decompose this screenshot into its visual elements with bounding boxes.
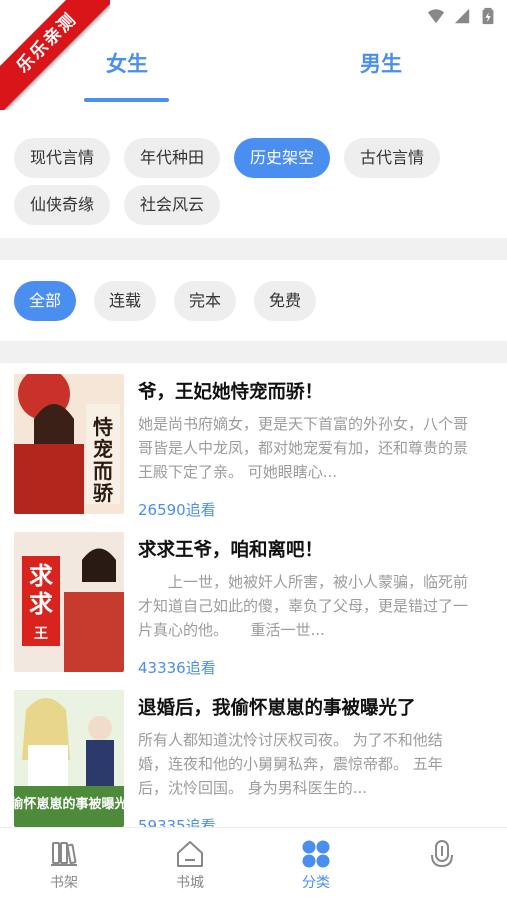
category-chip-active[interactable]: 历史架空 (234, 138, 330, 178)
battery-icon (482, 7, 494, 25)
book-cover[interactable]: 恃 宠 而 骄 (14, 374, 124, 514)
category-chip[interactable]: 仙侠奇缘 (14, 185, 110, 225)
cover-title-2: 求 (29, 589, 53, 618)
section-divider (0, 238, 507, 260)
book-title[interactable]: 求求王爷，咱和离吧！ (138, 536, 323, 562)
book-title[interactable]: 退婚后，我偷怀崽崽的事被曝光了 (138, 694, 416, 720)
filter-chip-active[interactable]: 全部 (14, 281, 76, 321)
signal-icon (454, 8, 470, 24)
section-divider (0, 341, 507, 363)
book-item[interactable]: 恃 宠 而 骄 爷，王妃她恃宠而骄！ 她是尚书府嫡女，更是天下首富的外孙女，八个… (0, 374, 507, 524)
nav-bookstore[interactable]: 书城 (150, 838, 230, 892)
wifi-icon (427, 9, 445, 24)
category-chip[interactable]: 年代种田 (124, 138, 220, 178)
cover-title-3: 而 (93, 459, 113, 483)
filter-chip[interactable]: 免费 (254, 281, 316, 321)
nav-label-category: 分类 (302, 875, 330, 891)
cover-image: 恃 宠 而 骄 (14, 374, 124, 514)
filter-chip[interactable]: 完本 (174, 281, 236, 321)
ribbon-label: 乐乐亲测 (0, 0, 110, 110)
cover-title-1: 求 (29, 561, 53, 590)
book-cover[interactable]: 我偷怀崽崽的事被曝光了 (14, 690, 124, 827)
tab-female[interactable]: 女生 (106, 48, 148, 78)
category-grid-icon (302, 840, 330, 868)
cover-title-3: 王 (34, 626, 48, 642)
bottom-nav: 书架 书城 分类 (0, 827, 507, 903)
book-description: 上一世，她被奸人所害，被小人蒙骗，临死前才知道自己如此的傻，辜负了父母，更是错过… (138, 573, 468, 639)
tab-male[interactable]: 男生 (360, 48, 402, 78)
home-icon (177, 841, 203, 867)
nav-bookshelf[interactable]: 书架 (24, 838, 104, 892)
book-description: 她是尚书府嫡女，更是天下首富的外孙女，八个哥哥皆是人中龙凤，都对她宠爱有加，还和… (138, 415, 468, 481)
microphone-icon (431, 840, 453, 868)
category-chip[interactable]: 古代言情 (344, 138, 440, 178)
category-chip[interactable]: 现代言情 (14, 138, 110, 178)
nav-category[interactable]: 分类 (276, 838, 356, 892)
book-follow-count: 26590追看 (138, 501, 216, 519)
cover-title: 我偷怀崽崽的事被曝光了 (14, 796, 124, 812)
cover-title-2: 宠 (93, 437, 113, 461)
filter-chip[interactable]: 连载 (94, 281, 156, 321)
book-title[interactable]: 爷，王妃她恃宠而骄！ (138, 378, 323, 404)
book-item[interactable]: 求 求 王 求求王爷，咱和离吧！ 上一世，她被奸人所害，被小人蒙骗，临死前才知道… (0, 532, 507, 682)
book-item[interactable]: 我偷怀崽崽的事被曝光了 退婚后，我偷怀崽崽的事被曝光了 所有人都知道沈怜讨厌权司… (0, 690, 507, 840)
book-description: 所有人都知道沈怜讨厌权司夜。 为了不和他结婚，连夜和他的小舅舅私奔，震惊帝都。 … (138, 731, 443, 797)
book-follow-count: 43336追看 (138, 659, 216, 677)
cover-image: 我偷怀崽崽的事被曝光了 (14, 690, 124, 827)
book-cover[interactable]: 求 求 王 (14, 532, 124, 672)
nav-label-bookstore: 书城 (176, 875, 204, 891)
corner-ribbon: 乐乐亲测 (0, 0, 110, 110)
nav-voice[interactable] (402, 838, 482, 872)
cover-title-1: 恃 (93, 415, 113, 439)
bookshelf-icon (51, 842, 77, 866)
category-chip[interactable]: 社会风云 (124, 185, 220, 225)
nav-label-bookshelf: 书架 (50, 875, 78, 891)
cover-image: 求 求 王 (14, 532, 124, 672)
cover-title-4: 骄 (93, 481, 114, 505)
